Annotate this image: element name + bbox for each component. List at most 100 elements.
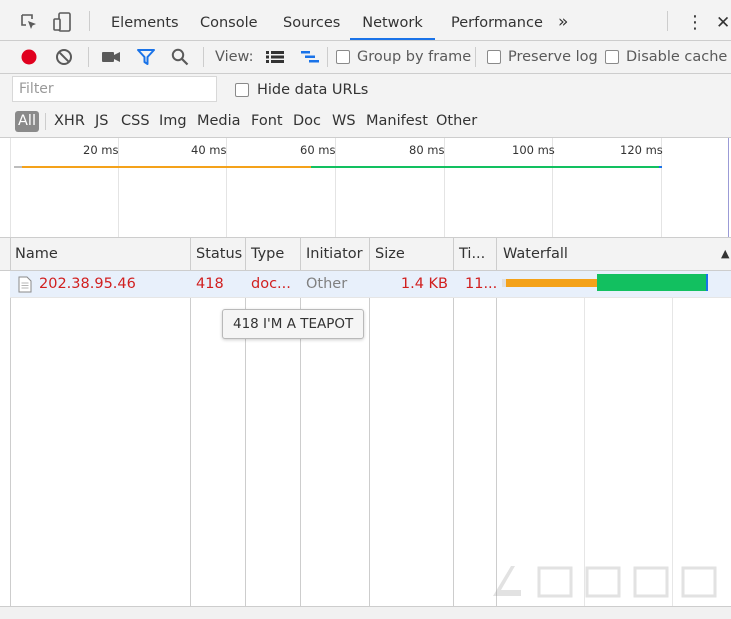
type-filter-js[interactable]: JS	[95, 111, 108, 132]
resource-type-filter-bar: All XHR JS CSS Img Media Font Doc WS Man…	[0, 106, 731, 138]
type-filter-xhr[interactable]: XHR	[54, 111, 85, 132]
column-header-waterfall[interactable]: Waterfall	[503, 238, 568, 270]
filter-input[interactable]	[12, 76, 217, 102]
more-tabs-icon: »	[558, 12, 569, 32]
type-filter-doc[interactable]: Doc	[293, 111, 321, 132]
type-filter-font[interactable]: Font	[251, 111, 283, 132]
overview-waiting-bar	[22, 166, 311, 168]
column-divider	[369, 238, 370, 270]
column-divider	[369, 271, 370, 606]
disable-cache-label: Disable cache	[626, 49, 728, 65]
network-overview-timeline[interactable]: 20 ms 40 ms 60 ms 80 ms 100 ms 120 ms	[0, 138, 731, 238]
type-filter-media[interactable]: Media	[197, 111, 241, 132]
type-filter-all[interactable]: All	[15, 111, 39, 132]
type-filter-ws[interactable]: WS	[332, 111, 356, 132]
tab-console-label: Console	[200, 15, 258, 31]
waterfall-download-bar	[597, 274, 706, 291]
more-tabs-button[interactable]: »	[558, 0, 568, 40]
settings-menu-button[interactable]: ⋮	[686, 0, 704, 40]
tab-sources[interactable]: Sources	[283, 0, 340, 40]
request-time: 11...	[465, 276, 498, 292]
device-toolbar-icon[interactable]	[52, 11, 74, 33]
overview-end-bar	[659, 166, 662, 168]
request-name[interactable]: 202.38.95.46	[39, 271, 136, 298]
toolbar-divider	[475, 47, 476, 67]
toolbar-divider	[203, 47, 204, 67]
tab-performance-label: Performance	[451, 15, 543, 31]
request-status: 418	[196, 276, 224, 292]
request-initiator: Other	[306, 276, 348, 292]
overview-tick-label: 100 ms	[512, 143, 555, 157]
waterfall-waiting-bar	[506, 279, 597, 287]
toolbar-divider	[667, 11, 668, 31]
network-toolbar: View: Group by frame Preserve log Disabl…	[0, 41, 731, 74]
type-filter-other[interactable]: Other	[436, 111, 477, 132]
request-size: 1.4 KB	[400, 276, 448, 292]
column-divider	[453, 271, 454, 606]
tab-elements-label: Elements	[111, 15, 179, 31]
toolbar-divider	[327, 47, 328, 67]
inspect-element-icon[interactable]	[20, 13, 38, 31]
disable-cache-checkbox[interactable]	[605, 50, 619, 64]
column-header-time[interactable]: Ti...	[459, 238, 485, 270]
close-icon: ✕	[716, 13, 731, 33]
column-divider	[453, 238, 454, 270]
table-row[interactable]: 202.38.95.46 418 doc... Other 1.4 KB 11.…	[10, 271, 731, 298]
overview-tick-label: 120 ms	[620, 143, 663, 157]
preserve-log-checkbox[interactable]	[487, 50, 501, 64]
overview-queue-bar	[14, 166, 22, 168]
sort-ascending-icon[interactable]: ▲	[721, 238, 729, 270]
overview-tick-label: 40 ms	[191, 143, 227, 157]
column-header-size[interactable]: Size	[375, 238, 405, 270]
load-event-marker	[728, 138, 729, 237]
overview-waterfall-icon[interactable]	[300, 50, 320, 64]
request-table-header: Name Status Type Initiator Size Ti... Wa…	[0, 238, 731, 271]
column-divider	[10, 238, 11, 270]
request-type: doc...	[251, 276, 291, 292]
overview-tick-label: 60 ms	[300, 143, 336, 157]
toolbar-divider	[88, 47, 89, 67]
filter-divider	[45, 113, 46, 130]
clear-icon[interactable]	[55, 48, 73, 66]
column-divider	[496, 238, 497, 270]
filter-icon[interactable]	[136, 48, 156, 66]
column-header-status[interactable]: Status	[196, 238, 242, 270]
hide-data-urls-checkbox[interactable]	[235, 83, 249, 97]
overview-tick-label: 80 ms	[409, 143, 445, 157]
column-divider	[300, 238, 301, 270]
devtools-tab-bar: Elements Console Sources Network Perform…	[0, 0, 731, 41]
overview-gridline	[10, 138, 11, 237]
group-by-frame-checkbox[interactable]	[336, 50, 350, 64]
column-divider	[190, 238, 191, 270]
column-divider	[496, 271, 497, 606]
row-divider	[10, 297, 731, 298]
view-label: View:	[215, 49, 254, 65]
status-tooltip: 418 I'M A TEAPOT	[222, 309, 365, 339]
tab-elements[interactable]: Elements	[111, 0, 179, 40]
network-status-bar	[0, 606, 731, 619]
tab-console[interactable]: Console	[200, 0, 258, 40]
column-divider	[190, 271, 191, 606]
waterfall-end-bar	[706, 274, 708, 291]
screenshot-camera-icon[interactable]	[101, 49, 121, 65]
large-rows-icon[interactable]	[265, 50, 285, 64]
waterfall-gridline	[672, 271, 673, 606]
toolbar-divider	[89, 11, 90, 31]
group-by-frame-label: Group by frame	[357, 49, 472, 65]
overview-download-bar	[311, 166, 659, 168]
column-header-type[interactable]: Type	[251, 238, 284, 270]
waterfall-gridline	[584, 271, 585, 606]
type-filter-img[interactable]: Img	[159, 111, 187, 132]
tab-sources-label: Sources	[283, 15, 341, 31]
column-header-initiator[interactable]: Initiator	[306, 238, 363, 270]
column-header-name[interactable]: Name	[15, 238, 58, 270]
record-icon[interactable]	[20, 48, 38, 66]
type-filter-manifest[interactable]: Manifest	[366, 111, 428, 132]
tab-performance[interactable]: Performance	[451, 0, 543, 40]
tab-network[interactable]: Network	[350, 0, 435, 40]
tab-network-label: Network	[362, 15, 423, 31]
close-devtools-button[interactable]: ✕	[716, 0, 730, 40]
search-icon[interactable]	[171, 48, 189, 66]
type-filter-css[interactable]: CSS	[121, 111, 150, 132]
kebab-menu-icon: ⋮	[686, 12, 704, 33]
